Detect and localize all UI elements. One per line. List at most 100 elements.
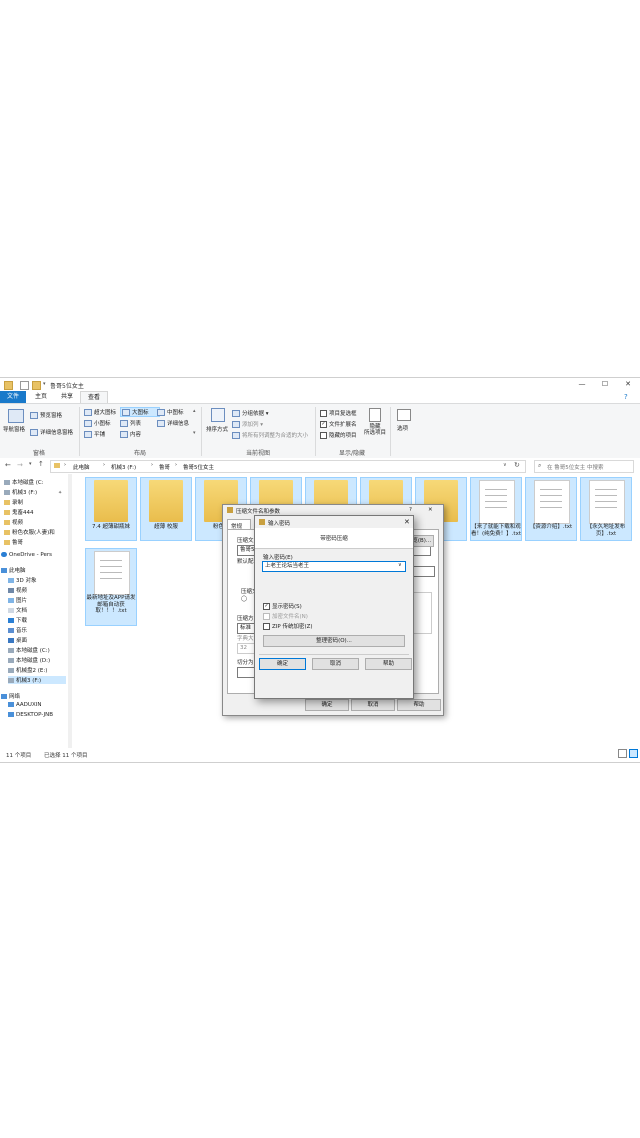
nav-pane-icon[interactable]	[8, 409, 24, 423]
breadcrumb-current[interactable]: 鲁哥5位女主	[183, 463, 214, 471]
organize-passwords-button[interactable]: 整理密码(O)...	[263, 635, 405, 647]
group-by-button[interactable]: 分组依据 ▾	[232, 409, 269, 417]
archive-ok-button[interactable]: 确定	[305, 699, 349, 711]
size-columns-button[interactable]: 将所有列调整为合适的大小	[232, 431, 308, 439]
quick-access-dropdown-icon[interactable]: ▾	[43, 381, 46, 387]
refresh-icon[interactable]: ↻	[514, 461, 520, 469]
large-icons-view-icon[interactable]	[629, 749, 638, 758]
archive-cancel-button[interactable]: 取消	[351, 699, 395, 711]
checkbox-checked[interactable]: ✓	[320, 421, 327, 428]
item-checkboxes-toggle[interactable]: 项目复选框	[320, 409, 357, 417]
file-item[interactable]: 【永久地址发布页】.txt	[580, 477, 632, 541]
sort-by-button[interactable]: 排序方式	[206, 425, 228, 433]
forward-arrow-icon[interactable]: →	[17, 461, 23, 469]
options-icon[interactable]	[397, 409, 411, 421]
minimize-button[interactable]: —	[572, 379, 592, 390]
view-tiles[interactable]: 平铺	[84, 430, 105, 438]
hidden-items-toggle[interactable]: 隐藏的项目	[320, 431, 357, 439]
nav-item[interactable]: 3D 对象	[8, 576, 36, 584]
nav-item[interactable]: 图片	[8, 596, 27, 604]
nav-item[interactable]: 本地磁盘 (C:)	[8, 646, 50, 654]
back-arrow-icon[interactable]: ←	[5, 461, 11, 469]
checkbox[interactable]	[320, 410, 327, 417]
checkbox[interactable]	[263, 623, 270, 630]
properties-icon[interactable]	[20, 381, 29, 390]
checkbox[interactable]	[320, 432, 327, 439]
nav-item[interactable]: OneDrive - Pers	[1, 552, 52, 558]
add-columns-button[interactable]: 添加列 ▾	[232, 420, 263, 428]
nav-item[interactable]: 录制	[4, 498, 23, 506]
tab-home[interactable]: 主页	[28, 391, 54, 403]
nav-item[interactable]: 鬼畜444	[4, 508, 34, 516]
file-item[interactable]: 7.4 超薄甜瓶妹	[85, 477, 137, 541]
maximize-button[interactable]: ☐	[595, 379, 615, 390]
nav-item[interactable]: 下载	[8, 616, 27, 624]
checkbox-disabled[interactable]	[263, 613, 270, 620]
address-box[interactable]: › 此电脑 › 机械3 (F:) › 鲁哥 › 鲁哥5位女主 ∨ ↻	[50, 460, 526, 473]
nav-item[interactable]: AADUXIN	[8, 702, 41, 708]
layout-expand-icon[interactable]: ▾	[193, 430, 196, 436]
show-password-checkbox[interactable]: ✓ 显示密码(S)	[263, 602, 302, 610]
sort-icon[interactable]	[211, 408, 225, 422]
tab-share[interactable]: 共享	[54, 391, 80, 403]
details-view-icon[interactable]	[618, 749, 627, 758]
breadcrumb-drive[interactable]: 机械3 (F:)	[111, 463, 136, 471]
nav-item[interactable]: 视频	[8, 586, 27, 594]
nav-pane-button[interactable]: 导航窗格	[3, 425, 25, 433]
view-list[interactable]: 列表	[120, 419, 141, 427]
layout-scroll-up-icon[interactable]: ▴	[193, 408, 196, 414]
search-box[interactable]: ⌕ 在 鲁哥5位女主 中搜索	[534, 460, 634, 473]
nav-item[interactable]: 此电脑	[1, 566, 26, 574]
password-ok-button[interactable]: 确定	[259, 658, 306, 670]
password-help-button[interactable]: 帮助	[365, 658, 412, 670]
encrypt-names-checkbox[interactable]: 加密文件名(N)	[263, 612, 308, 620]
nav-item[interactable]: DESKTOP-JNB	[8, 712, 53, 718]
radio-icon[interactable]: ◯	[241, 596, 247, 602]
nav-item[interactable]: 鲁哥	[4, 538, 23, 546]
file-extensions-toggle[interactable]: ✓ 文件扩展名	[320, 420, 357, 428]
file-item[interactable]: 【来了就能下载和观看！(纯免费！】.txt	[470, 477, 522, 541]
address-dropdown-icon[interactable]: ∨	[503, 462, 507, 468]
hide-selected-icon[interactable]	[369, 408, 381, 422]
breadcrumb-this-pc[interactable]: 此电脑	[73, 463, 90, 471]
zip-legacy-checkbox[interactable]: ZIP 传统加密(Z)	[263, 622, 313, 630]
nav-item[interactable]: 机械3 (F:)	[4, 488, 37, 496]
nav-item[interactable]: 机械盘2 (E:)	[8, 666, 47, 674]
help-icon[interactable]: ?	[624, 393, 628, 401]
nav-item[interactable]: 网络	[1, 692, 20, 700]
password-close-icon[interactable]: ✕	[404, 518, 410, 526]
nav-item[interactable]: 音乐	[8, 626, 27, 634]
file-item[interactable]: 超薄 校服	[140, 477, 192, 541]
up-arrow-icon[interactable]: ↑	[38, 460, 44, 468]
view-content[interactable]: 内容	[120, 430, 141, 438]
nav-item[interactable]: 桌面	[8, 636, 27, 644]
nav-item-selected[interactable]: 机械3 (F:)	[8, 676, 66, 684]
view-small-icons[interactable]: 小图标	[84, 419, 111, 427]
archive-close-icon[interactable]: ✕	[428, 507, 433, 513]
view-medium-icons[interactable]: 中图标	[157, 408, 184, 416]
close-button[interactable]: ✕	[618, 379, 638, 390]
archive-help-icon[interactable]: ?	[409, 507, 412, 513]
options-button[interactable]: 选项	[397, 424, 408, 432]
recent-locations-icon[interactable]: ▾	[29, 461, 32, 467]
checkbox-checked[interactable]: ✓	[263, 603, 270, 610]
preview-pane-button[interactable]: 预览窗格	[30, 411, 62, 419]
details-pane-button[interactable]: 详细信息窗格	[30, 428, 73, 436]
view-large-icons[interactable]: 大图标	[120, 407, 160, 417]
password-input[interactable]: 上老王论坛当老王	[262, 561, 406, 572]
password-history-dropdown-icon[interactable]: ∨	[398, 562, 402, 568]
nav-item[interactable]: 文档	[8, 606, 27, 614]
nav-item[interactable]: 粉色衣服(人妻)和	[4, 528, 55, 536]
file-item[interactable]: 最新地址及APP请发邮箱自动获取！！！.txt	[85, 548, 137, 626]
password-cancel-button[interactable]: 取消	[312, 658, 359, 670]
nav-item[interactable]: 本地磁盘 (D:)	[8, 656, 50, 664]
view-extra-large-icons[interactable]: 超大图标	[84, 408, 116, 416]
nav-item[interactable]: 本地磁盘 (C:	[4, 478, 44, 486]
archive-help-button[interactable]: 帮助	[397, 699, 441, 711]
hide-selected-button[interactable]: 隐藏 所选项目	[364, 424, 386, 436]
breadcrumb-folder[interactable]: 鲁哥	[159, 463, 170, 471]
view-details[interactable]: 详细信息	[157, 419, 189, 427]
new-folder-icon[interactable]	[32, 381, 41, 390]
file-item[interactable]: 【资源介绍】.txt	[525, 477, 577, 541]
nav-item[interactable]: 视频	[4, 518, 23, 526]
